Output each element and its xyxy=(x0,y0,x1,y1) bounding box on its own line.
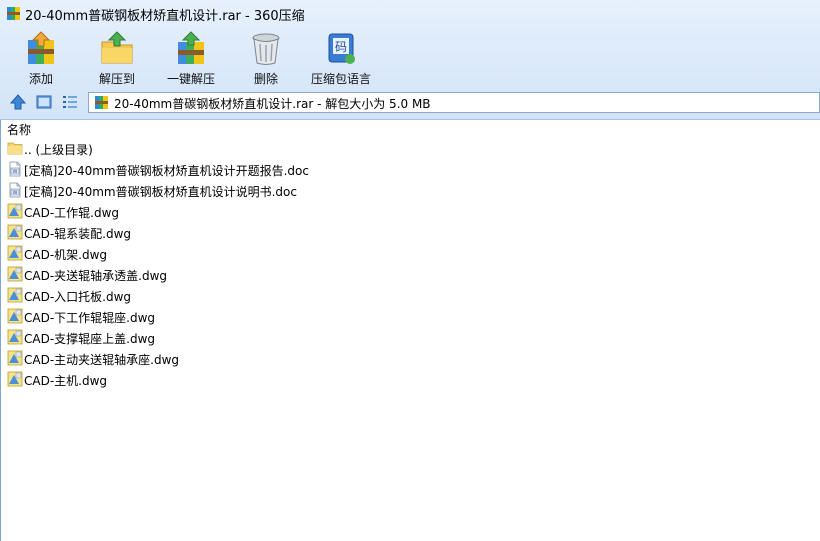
archive-language-button[interactable]: 码 压缩包语言 xyxy=(306,28,376,88)
delete-button[interactable]: 删除 xyxy=(244,28,288,88)
one-click-extract-button[interactable]: 一键解压 xyxy=(160,28,222,88)
parent-directory-row[interactable]: .. (上级目录) xyxy=(1,138,820,159)
folder-icon xyxy=(7,140,23,156)
dwg-file-icon xyxy=(7,329,23,345)
dwg-file-icon xyxy=(7,224,23,240)
extract-to-button[interactable]: 解压到 xyxy=(90,28,144,88)
title-bar[interactable]: 20-40mm普碳钢板材矫直机设计.rar - 360压缩 xyxy=(0,0,820,27)
file-row[interactable]: CAD-主动夹送辊轴承座.dwg xyxy=(1,348,820,369)
svg-text:W: W xyxy=(13,169,18,175)
trash-icon xyxy=(252,33,280,65)
rar-archive-icon xyxy=(7,7,20,20)
file-name: CAD-辊系装配.dwg xyxy=(24,227,132,241)
file-row[interactable]: W [定稿]20-40mm普碳钢板材矫直机设计开题报告.doc xyxy=(1,159,820,180)
file-name: CAD-主机.dwg xyxy=(24,374,108,388)
add-label: 添加 xyxy=(28,72,53,86)
file-name: [定稿]20-40mm普碳钢板材矫直机设计开题报告.doc xyxy=(24,164,309,178)
dwg-file-icon xyxy=(7,308,23,324)
file-name: CAD-工作辊.dwg xyxy=(24,206,120,220)
one-click-extract-icon xyxy=(178,31,204,64)
dwg-file-icon xyxy=(7,350,23,366)
svg-text:W: W xyxy=(13,190,18,196)
file-name: CAD-下工作辊辊座.dwg xyxy=(24,311,156,325)
file-row[interactable]: CAD-工作辊.dwg xyxy=(1,201,820,222)
one-click-extract-label: 一键解压 xyxy=(166,72,215,86)
list-view-icon[interactable] xyxy=(61,93,79,111)
file-rows: .. (上级目录) W [定稿]20-40mm普碳钢板材矫直机设计开题报告.doc W… xyxy=(1,138,820,390)
toolbar: 添加 解压到 一键解压 删除 码 压缩包语言 xyxy=(0,28,820,88)
address-text: 20-40mm普碳钢板材矫直机设计.rar - 解包大小为 5.0 MB xyxy=(114,97,431,111)
file-name: .. (上级目录) xyxy=(24,143,93,157)
file-row[interactable]: CAD-入口托板.dwg xyxy=(1,285,820,306)
extract-to-icon xyxy=(101,31,133,64)
dwg-file-icon xyxy=(7,245,23,261)
svg-text:码: 码 xyxy=(335,40,347,54)
window-title: 20-40mm普碳钢板材矫直机设计.rar - 360压缩 xyxy=(25,9,305,24)
app-window: 20-40mm普碳钢板材矫直机设计.rar - 360压缩 添加 解压到 一键解… xyxy=(0,0,820,541)
word-document-icon: W xyxy=(7,161,23,177)
file-row[interactable]: CAD-机架.dwg xyxy=(1,243,820,264)
file-row[interactable]: CAD-主机.dwg xyxy=(1,369,820,390)
archive-language-label: 压缩包语言 xyxy=(310,72,371,86)
top-chrome: 20-40mm普碳钢板材矫直机设计.rar - 360压缩 添加 解压到 一键解… xyxy=(0,0,820,120)
file-row[interactable]: CAD-下工作辊辊座.dwg xyxy=(1,306,820,327)
file-name: [定稿]20-40mm普碳钢板材矫直机设计说明书.doc xyxy=(24,185,297,199)
extract-to-label: 解压到 xyxy=(98,72,135,86)
add-button[interactable]: 添加 xyxy=(16,28,66,88)
add-archive-icon xyxy=(28,31,54,64)
dwg-file-icon xyxy=(7,287,23,303)
file-name: CAD-夹送辊轴承透盖.dwg xyxy=(24,269,168,283)
file-list: 名称 .. (上级目录) W [定稿]20-40mm普碳钢板材矫直机设计开题报告.d… xyxy=(0,120,820,541)
word-document-icon: W xyxy=(7,182,23,198)
file-row[interactable]: CAD-辊系装配.dwg xyxy=(1,222,820,243)
file-name: CAD-支撑辊座上盖.dwg xyxy=(24,332,156,346)
thumbnail-view-icon[interactable] xyxy=(35,93,53,111)
file-row[interactable]: W [定稿]20-40mm普碳钢板材矫直机设计说明书.doc xyxy=(1,180,820,201)
rar-archive-icon xyxy=(95,96,108,109)
file-name: CAD-主动夹送辊轴承座.dwg xyxy=(24,353,180,367)
file-row[interactable]: CAD-夹送辊轴承透盖.dwg xyxy=(1,264,820,285)
column-header-name[interactable]: 名称 xyxy=(7,121,31,138)
up-arrow-icon[interactable] xyxy=(9,93,27,111)
file-name: CAD-入口托板.dwg xyxy=(24,290,132,304)
dwg-file-icon xyxy=(7,371,23,387)
file-name: CAD-机架.dwg xyxy=(24,248,108,262)
dwg-file-icon xyxy=(7,266,23,282)
file-row[interactable]: CAD-支撑辊座上盖.dwg xyxy=(1,327,820,348)
archive-language-icon: 码 xyxy=(328,33,355,64)
delete-label: 删除 xyxy=(253,72,278,86)
address-bar[interactable]: 20-40mm普碳钢板材矫直机设计.rar - 解包大小为 5.0 MB xyxy=(88,92,820,113)
navigation-bar: 20-40mm普碳钢板材矫直机设计.rar - 解包大小为 5.0 MB xyxy=(0,90,820,116)
dwg-file-icon xyxy=(7,203,23,219)
